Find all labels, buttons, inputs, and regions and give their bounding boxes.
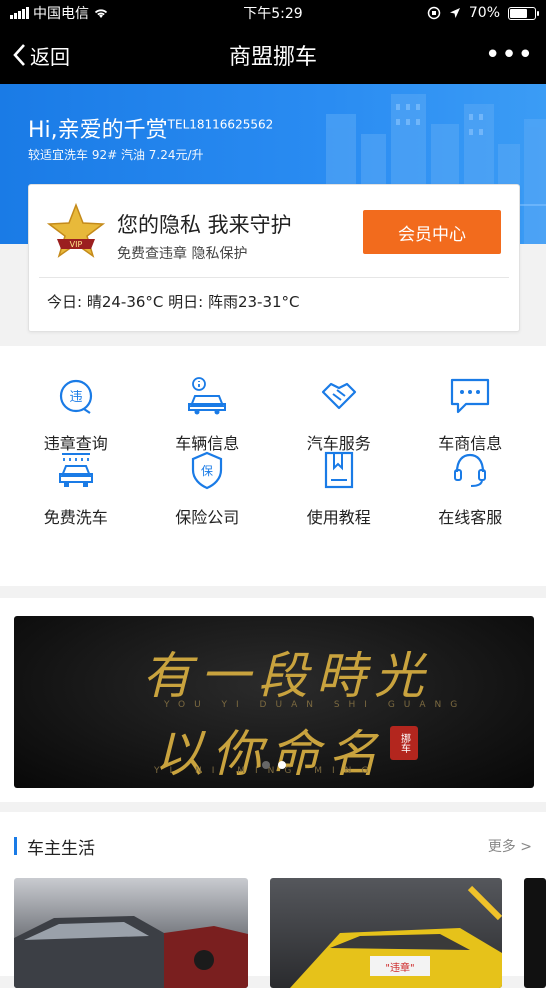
car-info-icon [184,376,230,416]
service-insurance-company[interactable]: 保 保险公司 [142,444,274,542]
car-wash-icon [53,450,99,490]
section-title: 车主生活 [27,838,95,859]
service-label: 免费洗车 [43,508,108,527]
book-icon [316,450,362,490]
carrier-label: 中国电信 [33,6,89,22]
service-car-service[interactable]: 汽车服务 [273,346,405,453]
service-violation-query[interactable]: 违 违章查询 [10,346,142,453]
carousel-dot[interactable] [262,761,270,769]
privacy-desc: 免费查违章 隐私保护 [117,246,248,262]
weather-info: 今日: 晴24-36°C 明日: 阵雨23-31°C [47,293,300,311]
services-section: 违 违章查询 车辆信息 汽车服务 车商信息 免费洗车 保 保险公司 使用教程 在… [0,346,546,586]
service-free-car-wash[interactable]: 免费洗车 [10,444,142,542]
service-label: 使用教程 [306,508,371,527]
service-online-support[interactable]: 在线客服 [405,444,537,542]
crashed-cars-image [14,916,248,988]
article-thumbnail-partial[interactable] [524,878,546,988]
violation-icon: 违 [53,376,99,416]
battery-percent: 70% [468,5,500,21]
service-vehicle-info[interactable]: 车辆信息 [142,346,274,453]
svg-text:保: 保 [201,464,213,478]
vip-star-icon: VIP [46,202,106,258]
location-icon [449,8,460,18]
services-grid: 违 违章查询 车辆信息 汽车服务 车商信息 免费洗车 保 保险公司 使用教程 在… [0,346,546,542]
back-label: 返回 [30,44,70,69]
signal-icon [10,7,29,19]
article-thumbnail[interactable]: "违章" [270,878,502,988]
member-center-button[interactable]: 会员中心 [363,210,501,254]
fuel-wash-info: 较适宜洗车 92# 汽油 7.24元/升 [28,148,204,162]
status-bar: 中国电信 下午5:29 70% [0,0,546,26]
banner-romanization-1: YOU YI DUAN SHI GUANG [164,700,467,710]
svg-text:"违章": "违章" [385,961,414,974]
banner-seal: 挪车 [390,726,418,760]
svg-text:VIP: VIP [70,240,83,249]
orientation-lock-icon [427,6,441,20]
nav-bar: 返回 商盟挪车 ••• [0,26,546,84]
privacy-slogan: 您的隐私 我来守护 [117,213,292,237]
battery-icon [508,6,539,20]
member-card: VIP 您的隐私 我来守护 免费查违章 隐私保护 会员中心 今日: 晴24-36… [28,184,520,332]
car-owner-life-section: 车主生活 更多 > "违章" [0,812,546,988]
section-accent-bar [14,837,17,855]
insurance-icon: 保 [184,450,230,490]
carousel-dot-active[interactable] [278,761,286,769]
service-label: 在线客服 [438,508,503,527]
banner-line-1: 有一段時光 [142,647,432,705]
page-title: 商盟挪车 [228,45,317,70]
banner-section: 有一段時光 YOU YI DUAN SHI GUANG 以你命名 YI NI M… [0,598,546,802]
more-link[interactable]: 更多 > [488,836,532,856]
service-tutorial[interactable]: 使用教程 [273,444,405,542]
carousel-dots[interactable] [262,761,286,769]
handshake-icon [316,376,362,416]
promo-banner[interactable]: 有一段時光 YOU YI DUAN SHI GUANG 以你命名 YI NI M… [14,616,534,788]
yellow-car-image: "违章" [290,885,502,988]
chevron-left-icon [13,44,25,66]
greeting-text: Hi,亲爱的千赏TEL18116625562 [28,117,274,143]
card-divider [39,277,509,278]
tel-number: TEL18116625562 [167,117,274,132]
wifi-icon [94,9,108,18]
article-thumbnail[interactable] [14,878,248,988]
chat-icon [447,376,493,416]
svg-text:违: 违 [69,390,82,405]
back-button[interactable]: 返回 [12,41,70,70]
service-label: 保险公司 [175,508,240,527]
more-menu-button[interactable]: ••• [485,42,534,68]
headset-icon [447,450,493,490]
service-dealer-info[interactable]: 车商信息 [405,346,537,453]
